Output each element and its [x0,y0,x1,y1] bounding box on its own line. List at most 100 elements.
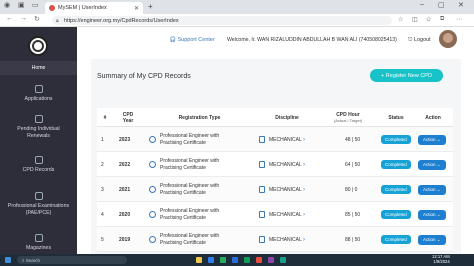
more-menu-icon[interactable]: ⋯ [456,16,462,23]
discipline-label: MECHANICAL [269,136,302,143]
action-dropdown-button[interactable]: Action ⌄ [418,184,446,195]
close-tab-icon[interactable]: ✕ [134,5,139,12]
windows-taskbar: ⌕ Search 12:17 AM 1/9/2024 [0,254,474,266]
logout-label: Logout [413,37,431,43]
windows-start-icon[interactable] [5,257,11,263]
chevron-down-icon: ⌄ [436,186,441,192]
collections-icon[interactable]: ⧉ [440,16,444,23]
new-tab-icon[interactable]: + [148,2,153,11]
forward-icon[interactable]: → [20,15,27,22]
sidebar: Home Applications Pending Individual Ren… [0,27,77,254]
status-badge: Completed [381,185,411,194]
action-dropdown-button[interactable]: Action ⌄ [418,134,446,145]
iem-logo[interactable] [28,36,48,56]
cpd-summary-panel: Summary of My CPD Records + Register New… [91,59,461,254]
avatar[interactable] [439,30,457,48]
row-registration: Professional Engineer with Practising Ce… [149,202,219,227]
row-year: 2022 [119,161,131,168]
minimize-icon[interactable]: – [420,1,424,8]
favorite-star-icon[interactable]: ☆ [398,16,403,23]
logout-button[interactable]: ⎋ Logout [408,37,431,44]
tab-actions-icon[interactable]: ▭ [32,1,39,9]
col-registration: Registration Type [178,114,221,121]
exam-icon [34,192,43,200]
registration-line2: Practising Certificate [160,214,206,221]
expand-chevron-icon[interactable]: › [303,202,305,227]
action-label: Action [423,186,436,192]
col-action: Action [425,114,441,121]
word-icon[interactable] [232,257,238,263]
chrome-icon[interactable] [280,257,286,263]
edge-icon[interactable] [208,257,214,263]
support-center-link[interactable]: 🎧︎ Support Center [169,37,215,43]
cpd-table: # CPD Year Registration Type Discipline … [97,108,453,252]
sidebar-item-label: Magazines [25,245,52,251]
sidebar-item-professional-exams[interactable]: Professional Examinations (PAE/PCE) [0,192,77,216]
renewal-icon [34,115,43,123]
row-discipline: MECHANICAL [259,202,302,227]
app-icon[interactable] [256,257,262,263]
action-dropdown-button[interactable]: Action ⌄ [418,209,446,220]
action-dropdown-button[interactable]: Action ⌄ [418,234,446,245]
close-window-icon[interactable]: ✕ [458,1,464,9]
certificate-icon [149,161,156,168]
file-explorer-icon[interactable] [196,257,202,263]
row-registration: Professional Engineer with Practising Ce… [149,177,219,202]
whatsapp-icon[interactable] [244,257,250,263]
excel-icon[interactable] [220,257,226,263]
refresh-icon[interactable]: ↻ [34,15,40,23]
sidebar-item-magazines[interactable]: Magazines [0,234,77,252]
sidebar-item-home[interactable]: Home [0,61,77,75]
action-dropdown-button[interactable]: Action ⌄ [418,159,446,170]
sidebar-item-applications[interactable]: Applications [0,85,77,103]
system-clock[interactable]: 12:17 AM 1/9/2024 [432,254,450,264]
discipline-label: MECHANICAL [269,236,302,243]
split-screen-icon[interactable]: ◫ [412,16,418,23]
browser-tab[interactable]: MySEM | UserIndex ✕ [45,2,143,14]
row-action: Action ⌄ [418,202,446,227]
table-row: 1 2023 Professional Engineer with Practi… [97,127,453,152]
sem-favicon-icon [49,5,55,11]
back-icon[interactable]: ← [6,15,13,22]
row-year: 2023 [119,136,131,143]
row-action: Action ⌄ [418,127,446,152]
teams-icon[interactable] [268,257,274,263]
row-action: Action ⌄ [418,152,446,177]
row-status: Completed [381,202,411,227]
expand-chevron-icon[interactable]: › [303,152,305,177]
headset-icon: 🎧︎ [169,37,176,43]
maximize-icon[interactable]: ▢ [438,1,445,9]
sidebar-item-pending-renewals[interactable]: Pending Individual Renewals [0,115,77,139]
registration-line2: Practising Certificate [160,164,206,171]
registration-line2: Practising Certificate [160,239,206,246]
status-badge: Completed [381,135,411,144]
register-new-cpd-button[interactable]: + Register New CPD [370,69,443,82]
chevron-down-icon: ⌄ [436,161,441,167]
address-bar-row: ← → ↻ 🔒︎ https://engineer.org.my/CpdReco… [0,14,474,27]
sidebar-item-label: Applications [24,96,53,102]
registration-line2: Practising Certificate [160,139,206,146]
certificate-icon [149,136,156,143]
url-input[interactable]: 🔒︎ https://engineer.org.my/CpdRecords/Us… [52,16,392,25]
col-hours-bottom: (Actual / Target) [333,118,363,123]
expand-chevron-icon[interactable]: › [303,177,305,202]
profile-icon[interactable]: ◉ [4,1,10,9]
table-row: 5 2019 Professional Engineer with Practi… [97,227,453,252]
status-badge: Completed [381,160,411,169]
col-no: # [103,114,107,121]
expand-chevron-icon[interactable]: › [303,227,305,252]
row-action: Action ⌄ [418,227,446,252]
taskbar-search-input[interactable]: ⌕ Search [17,256,127,264]
table-row: 4 2020 Professional Engineer with Practi… [97,202,453,227]
expand-chevron-icon[interactable]: › [303,127,305,152]
sidebar-item-label: Professional Examinations (PAE/PCE) [7,203,70,216]
row-number: 1 [101,136,104,143]
favorites-icon[interactable]: ✩ [426,16,431,23]
lock-icon: 🔒︎ [56,17,59,24]
col-status: Status [388,114,404,121]
discipline-icon [259,236,265,243]
sidebar-item-cpd-records[interactable]: CPD Records [0,156,77,174]
discipline-icon [259,186,265,193]
workspaces-icon[interactable]: ▣ [18,1,25,9]
row-year: 2019 [119,236,131,243]
